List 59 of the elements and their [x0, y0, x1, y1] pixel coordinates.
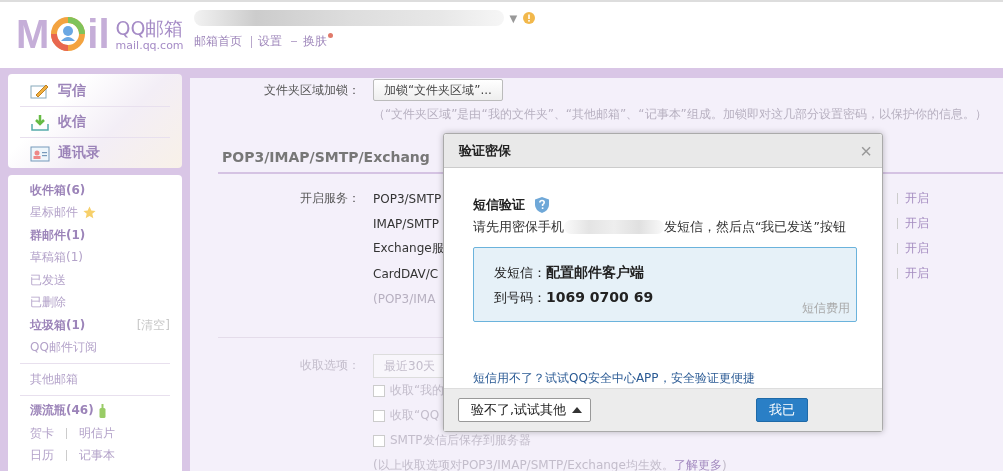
sms-number: 到号码：1069 0700 69 [494, 288, 654, 307]
field-label: 文件夹区域加锁： [263, 81, 360, 99]
service-name: Exchange服 [373, 240, 444, 257]
brand-name: QQ邮箱 [115, 16, 184, 39]
folder-link[interactable]: QQ邮件订阅 [30, 339, 97, 357]
lock-button[interactable]: 加锁“文件夹区域”... [373, 79, 503, 101]
folder-link[interactable]: 明信片 [79, 424, 115, 442]
enable-link[interactable]: 开启 [905, 240, 929, 257]
field-label: 开启服务： [299, 190, 360, 207]
header-link[interactable]: 邮箱首页 [193, 33, 245, 50]
folder-link[interactable]: 日历 [30, 447, 54, 465]
folder-link[interactable]: 已删除 [30, 294, 66, 312]
pencil-icon [30, 82, 50, 100]
section-title: POP3/IMAP/SMTP/Exchang [221, 148, 430, 167]
caret-up-icon [572, 407, 582, 413]
service-name: POP3/SMTP [373, 191, 442, 206]
dialog-heading: 短信验证 [473, 196, 525, 214]
shield-help-icon [535, 197, 549, 213]
sidebar-action[interactable]: 收信 [20, 107, 170, 138]
alternative-button[interactable]: 验不了,试试其他 [458, 398, 591, 422]
folder-link[interactable]: 垃圾箱(1) [30, 316, 86, 334]
folder-link[interactable]: 群邮件(1) [30, 226, 86, 244]
folder-link[interactable]: 已发送 [30, 271, 66, 289]
bottle-icon [98, 403, 106, 418]
sidebar-action[interactable]: 写信 [20, 76, 170, 107]
ring-icon [50, 16, 87, 52]
folder-link[interactable]: 星标邮件 [30, 204, 78, 222]
alert-icon [523, 12, 536, 24]
instruction-text: 发短信，然后点“我已发送”按钮 [664, 218, 846, 236]
caret-icon[interactable]: ▼ [509, 12, 518, 24]
folder-link[interactable]: 收件箱(6) [30, 181, 86, 199]
sms-content: 发短信：配置邮件客户端 [494, 263, 644, 282]
contact-card-icon [30, 144, 50, 162]
folder-link[interactable]: 贺卡 [30, 424, 54, 442]
folder-link[interactable]: 其他邮箱 [30, 370, 78, 388]
confirm-button[interactable]: 我已 [756, 398, 808, 422]
sms-fee-link[interactable]: 短信费用 [802, 300, 850, 317]
folder-link[interactable]: 草稿箱(1) [30, 249, 83, 267]
logo-letter: il [87, 16, 110, 52]
brand-domain: mail.qq.com [115, 38, 184, 52]
hint-text: (POP3/IMA [373, 291, 436, 306]
star-icon [83, 206, 96, 220]
enable-link[interactable]: 开启 [905, 215, 929, 232]
header-link[interactable]: 换肤 [302, 33, 330, 50]
header-link[interactable]: 设置 [257, 33, 285, 50]
logo-letter: M [16, 16, 50, 52]
enable-link[interactable]: 开启 [905, 265, 929, 282]
help-link[interactable]: 短信用不了？试试QQ安全中心APP，安全验证更便捷 [473, 369, 857, 387]
instruction-text: 请先用密保手机 [473, 218, 564, 236]
sidebar-action[interactable]: 通讯录 [20, 138, 170, 168]
close-button[interactable]: × [860, 140, 872, 161]
hint-text: ) [721, 458, 727, 471]
dialog-title: 验证密保 [459, 141, 511, 160]
service-name: IMAP/SMTP [373, 216, 439, 231]
folder-link[interactable]: 记事本 [79, 447, 115, 465]
folder-link[interactable]: 漂流瓶(46) [30, 402, 94, 420]
service-name: CardDAV/C [373, 266, 439, 281]
enable-link[interactable]: 开启 [905, 190, 929, 207]
download-icon [30, 113, 50, 131]
